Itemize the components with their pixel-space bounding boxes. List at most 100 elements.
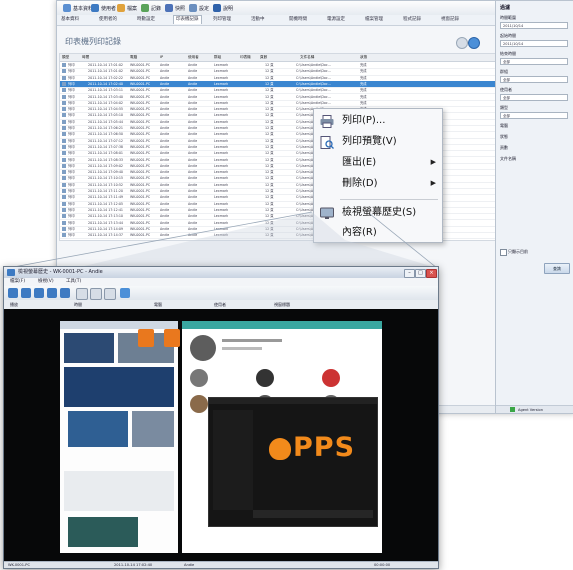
table-cell: WK-0001-PC: [130, 63, 151, 67]
current-only-checkbox[interactable]: [500, 249, 507, 256]
filter-field[interactable]: 2011/10/14: [500, 40, 568, 47]
maximize-button[interactable]: □: [415, 269, 426, 278]
menu-item-print-preview[interactable]: 列印預覽(V): [314, 132, 442, 153]
table-cell: Andie: [160, 163, 170, 168]
page-header-bar: [182, 321, 382, 329]
filter-field[interactable]: 全部: [500, 76, 568, 83]
users-icon: [91, 4, 99, 12]
fit-icon[interactable]: [104, 288, 116, 300]
close-button[interactable]: ×: [426, 269, 437, 278]
menu-item-print[interactable]: 列印(P)...: [314, 111, 442, 132]
table-cell: WK-0001-PC: [130, 138, 151, 143]
table-cell: 2011-10-14 17:05:44: [88, 119, 124, 124]
pause-icon[interactable]: [21, 288, 31, 298]
tab-1[interactable]: 使用者的: [97, 16, 119, 24]
zoom-in-icon[interactable]: [76, 288, 88, 300]
table-cell: 2011-10-14 17:01:02: [88, 69, 124, 74]
menu-file[interactable]: 檔案(F): [10, 278, 25, 286]
table-cell: 12 頁: [265, 226, 274, 231]
table-cell: Lexmark: [214, 201, 229, 206]
tab-0[interactable]: 基本資料: [59, 16, 81, 24]
tab-9[interactable]: 程式記錄: [401, 16, 423, 24]
query-button[interactable]: 查詢: [544, 263, 570, 274]
tab-5[interactable]: 活動中: [249, 16, 267, 24]
column-header[interactable]: 時間: [82, 54, 89, 61]
table-cell: WK-0001-PC: [130, 94, 151, 99]
tab-6[interactable]: 開機時間: [287, 16, 309, 24]
web-banner: [64, 333, 114, 363]
table-cell: WK-0001-PC: [130, 126, 151, 130]
screenshot-viewer[interactable]: PPS: [4, 309, 438, 561]
table-cell: Lexmark: [214, 113, 229, 118]
tab-3[interactable]: 印表機記錄: [173, 15, 202, 24]
column-header[interactable]: 文件名稱: [300, 54, 314, 61]
filter-field[interactable]: 全部: [500, 94, 568, 101]
tab-8[interactable]: 檔案管理: [363, 16, 385, 24]
filter-field[interactable]: 2011/10/14: [500, 22, 568, 29]
column-computer[interactable]: 電腦: [154, 301, 162, 308]
table-cell: Andie: [160, 189, 170, 193]
toolbar-item-snapshot[interactable]: 快照: [165, 3, 185, 13]
filter-section-label: 時間範圍: [500, 15, 516, 20]
column-header[interactable]: 頁數: [260, 54, 267, 61]
previous-icon[interactable]: [47, 288, 57, 298]
main-toolbar: 基本資料 使用者 檔案 記錄 快照 設定 說明: [57, 1, 495, 16]
next-icon[interactable]: [60, 288, 70, 298]
zoom-out-icon[interactable]: [90, 288, 102, 300]
column-header[interactable]: 印表機: [240, 54, 251, 61]
column-header[interactable]: 群組: [214, 54, 221, 61]
help-icon: [213, 4, 221, 12]
menu-item-export[interactable]: 匯出(E) ▶: [314, 153, 442, 174]
column-header[interactable]: 狀態: [360, 54, 367, 61]
filter-field[interactable]: 全部: [500, 58, 568, 65]
menu-item-properties[interactable]: 內容(R): [314, 223, 442, 244]
tab-4[interactable]: 列印管理: [211, 16, 233, 24]
column-window-title[interactable]: 視窗標題: [274, 301, 290, 308]
print-job-icon: [62, 163, 66, 168]
table-cell: 12 頁: [265, 176, 274, 181]
menu-item-screen-history[interactable]: 檢視螢幕歷史(S): [314, 203, 442, 224]
print-job-icon: [62, 182, 66, 187]
player-titlebar: [209, 398, 377, 404]
play-icon[interactable]: [8, 288, 18, 298]
tab-7[interactable]: 電源設定: [325, 16, 347, 24]
print-job-icon: [62, 69, 66, 74]
table-cell: Andie: [188, 201, 198, 206]
table-cell: Andie: [188, 151, 198, 156]
toolbar-item-help[interactable]: 說明: [213, 3, 233, 13]
table-cell: Lexmark: [214, 195, 229, 200]
table-cell: Andie: [188, 88, 198, 93]
tab-10[interactable]: 視窗記錄: [439, 16, 461, 24]
minimize-button[interactable]: –: [404, 269, 415, 278]
column-play[interactable]: 播放: [10, 301, 18, 308]
agent-status-icon: [510, 407, 515, 412]
toolbar-item-files[interactable]: 檔案: [117, 3, 137, 13]
stop-icon[interactable]: [34, 288, 44, 298]
tab-2[interactable]: 時數設定: [135, 16, 157, 24]
save-image-icon[interactable]: [120, 288, 130, 298]
column-time[interactable]: 時間: [74, 301, 82, 308]
back-icon[interactable]: [456, 37, 468, 49]
table-cell: 列印: [68, 138, 75, 143]
toolbar-item-records[interactable]: 記錄: [141, 3, 161, 13]
table-cell: C:\Users\Andie\Doc...: [296, 94, 331, 99]
filter-field[interactable]: 全部: [500, 112, 568, 119]
column-header[interactable]: 電腦: [130, 54, 137, 61]
column-header[interactable]: 使用者: [188, 54, 199, 61]
status-elapsed: 00:00:00: [374, 563, 391, 567]
column-header[interactable]: IP: [160, 54, 163, 61]
print-job-icon: [62, 100, 66, 105]
menu-tools[interactable]: 工具(T): [66, 278, 81, 286]
toolbar-item-users[interactable]: 使用者: [91, 3, 116, 13]
toolbar-item-basic[interactable]: 基本資料: [63, 3, 93, 13]
refresh-icon[interactable]: [468, 37, 480, 49]
print-job-icon: [62, 126, 66, 130]
table-cell: 12 頁: [265, 81, 274, 86]
print-preview-icon: [320, 136, 334, 149]
column-header[interactable]: 類型: [62, 54, 69, 61]
menu-view[interactable]: 檢視(V): [38, 278, 54, 286]
toolbar-item-settings[interactable]: 設定: [189, 3, 209, 13]
menu-item-delete[interactable]: 刪除(D) ▶: [314, 174, 442, 195]
column-user[interactable]: 使用者: [214, 301, 226, 308]
table-cell: Andie: [188, 176, 198, 181]
